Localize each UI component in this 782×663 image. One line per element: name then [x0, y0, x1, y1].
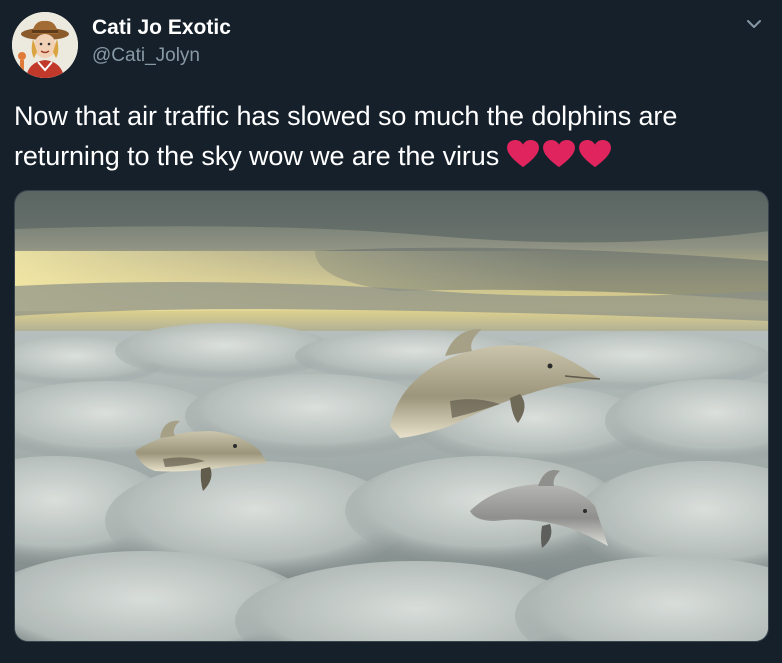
display-name[interactable]: Cati Jo Exotic: [92, 14, 231, 42]
tweet-body: Now that air traffic has slowed so much …: [14, 96, 774, 180]
tweet-menu-button[interactable]: [742, 12, 766, 36]
chevron-down-icon: [747, 20, 761, 28]
heart-icon: [579, 139, 612, 168]
avatar[interactable]: [12, 12, 78, 78]
author-block: Cati Jo Exotic @Cati_Jolyn: [92, 14, 231, 68]
dolphins-in-clouds-image: [15, 191, 768, 641]
heart-icon: [507, 139, 540, 168]
cowgirl-avatar-icon: [12, 12, 78, 78]
tweet-card: Cati Jo Exotic @Cati_Jolyn Now that air …: [0, 0, 782, 663]
heart-emoji-group: [505, 139, 613, 180]
user-handle[interactable]: @Cati_Jolyn: [92, 44, 231, 68]
tweet-media-image[interactable]: [14, 190, 769, 642]
heart-icon: [543, 139, 576, 168]
